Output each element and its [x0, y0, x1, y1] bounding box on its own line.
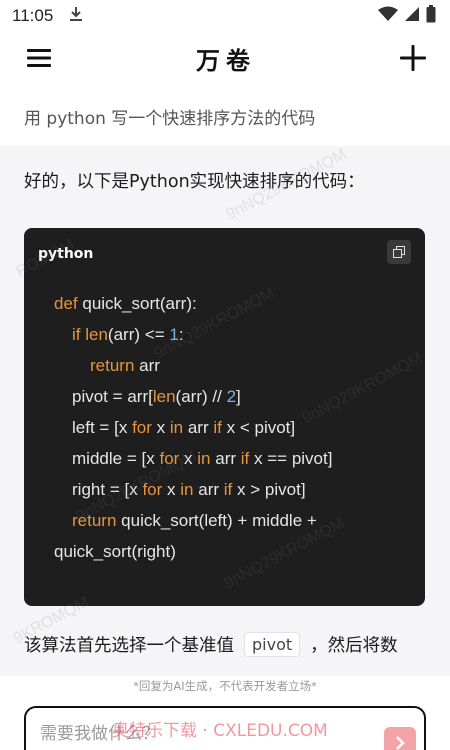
answer-paragraph: 该算法首先选择一个基准值 pivot ，然后将数 — [24, 632, 424, 657]
app-header: 万卷 — [0, 32, 450, 84]
code-line: middle = [x for x in arr if x == pivot] — [72, 449, 333, 468]
code-line: quick_sort(right) — [54, 542, 176, 561]
chat-input-box[interactable] — [24, 706, 426, 750]
user-message: 用 python 写一个快速排序方法的代码 — [24, 108, 316, 129]
chat-input[interactable] — [40, 719, 384, 749]
battery-icon — [426, 5, 436, 27]
code-block: python def quick_sort(arr):if len(arr) <… — [24, 228, 425, 606]
status-time: 11:05 — [12, 6, 54, 25]
status-bar: 11:05 — [0, 0, 450, 32]
plus-icon[interactable] — [398, 43, 428, 73]
ai-disclaimer: *回复为AI生成，不代表开发者立场* — [133, 679, 317, 693]
menu-icon[interactable] — [24, 43, 54, 73]
answer-intro: 好的，以下是Python实现快速排序的代码： — [24, 172, 365, 192]
code-line: def quick_sort(arr): — [54, 294, 197, 313]
code-line: return arr — [90, 356, 160, 375]
chevron-right-icon — [396, 736, 405, 750]
answer-text-before: 该算法首先选择一个基准值 — [24, 636, 234, 656]
code-line: right = [x for x in arr if x > pivot] — [72, 480, 306, 499]
download-icon — [69, 6, 83, 26]
wifi-icon — [378, 6, 398, 26]
app-title: 万卷 — [196, 45, 256, 75]
inline-code: pivot — [244, 632, 301, 657]
signal-icon — [404, 6, 420, 26]
code-line: pivot = arr[len(arr) // 2] — [72, 387, 241, 406]
code-line: return quick_sort(left) + middle + — [72, 511, 317, 530]
send-button[interactable] — [384, 727, 416, 750]
copy-icon[interactable] — [387, 240, 411, 264]
answer-text-after: ，然后将数 — [310, 636, 398, 656]
code-language: python — [38, 246, 94, 262]
code-line: left = [x for x in arr if x < pivot] — [72, 418, 296, 437]
code-line: if len(arr) <= 1: — [72, 325, 184, 344]
ai-answer: 好的，以下是Python实现快速排序的代码： python def quick_… — [0, 146, 450, 676]
code-content: def quick_sort(arr):if len(arr) <= 1: ret… — [54, 288, 414, 567]
